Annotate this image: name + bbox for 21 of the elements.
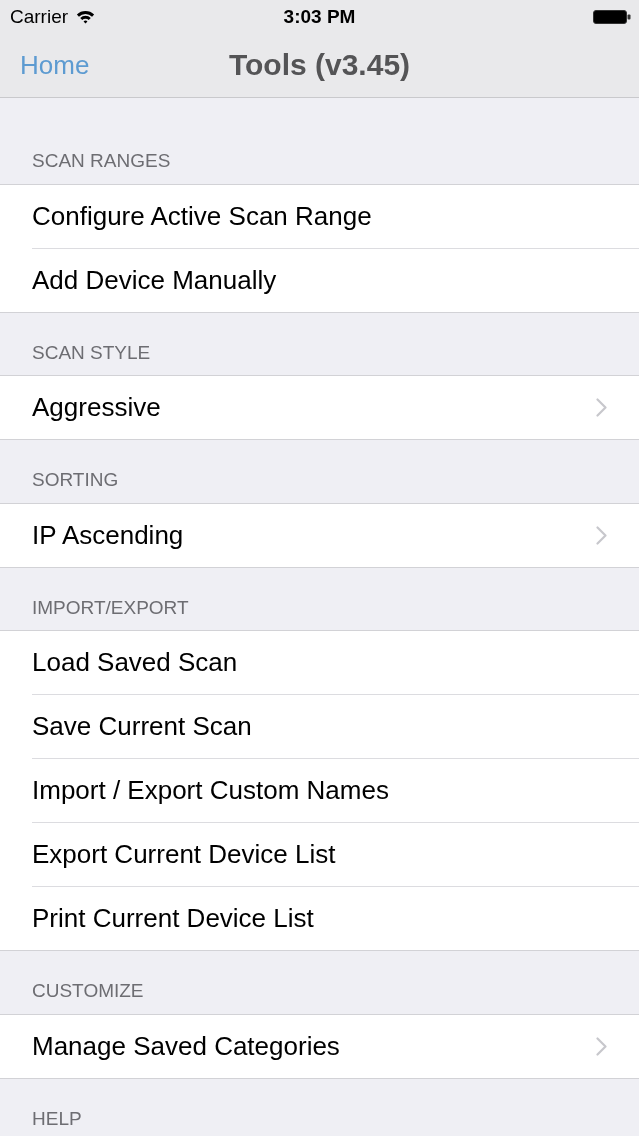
table-row[interactable]: Print Current Device List	[32, 886, 639, 950]
table-row[interactable]: Export Current Device List	[32, 822, 639, 886]
table-row[interactable]: IP Ascending	[32, 503, 639, 567]
carrier-label: Carrier	[10, 5, 69, 28]
battery-icon	[593, 9, 631, 24]
table-row[interactable]: Save Current Scan	[32, 694, 639, 758]
table-row[interactable]: Load Saved Scan	[32, 631, 639, 694]
table-row[interactable]: Aggressive	[32, 376, 639, 439]
table-row[interactable]: Import / Export Custom Names	[32, 758, 639, 822]
section-header: SORTING	[32, 469, 119, 490]
table-row[interactable]: Manage Saved Categories	[32, 1014, 639, 1078]
table-row[interactable]: Configure Active Scan Range	[32, 184, 639, 248]
table-row[interactable]: Add Device Manually	[32, 247, 639, 312]
section-header: SCAN STYLE	[32, 341, 151, 363]
section-header: IMPORT/EXPORT	[32, 596, 189, 618]
section-header: CUSTOMIZE	[32, 980, 144, 1001]
screen-title: Tools (v3.45)	[228, 48, 411, 82]
section-header: HELP	[32, 1107, 82, 1129]
section-header: SCAN RANGES	[32, 150, 171, 171]
wifi-signal-icon	[76, 9, 96, 24]
status-time: 3:03 PM	[283, 5, 356, 28]
